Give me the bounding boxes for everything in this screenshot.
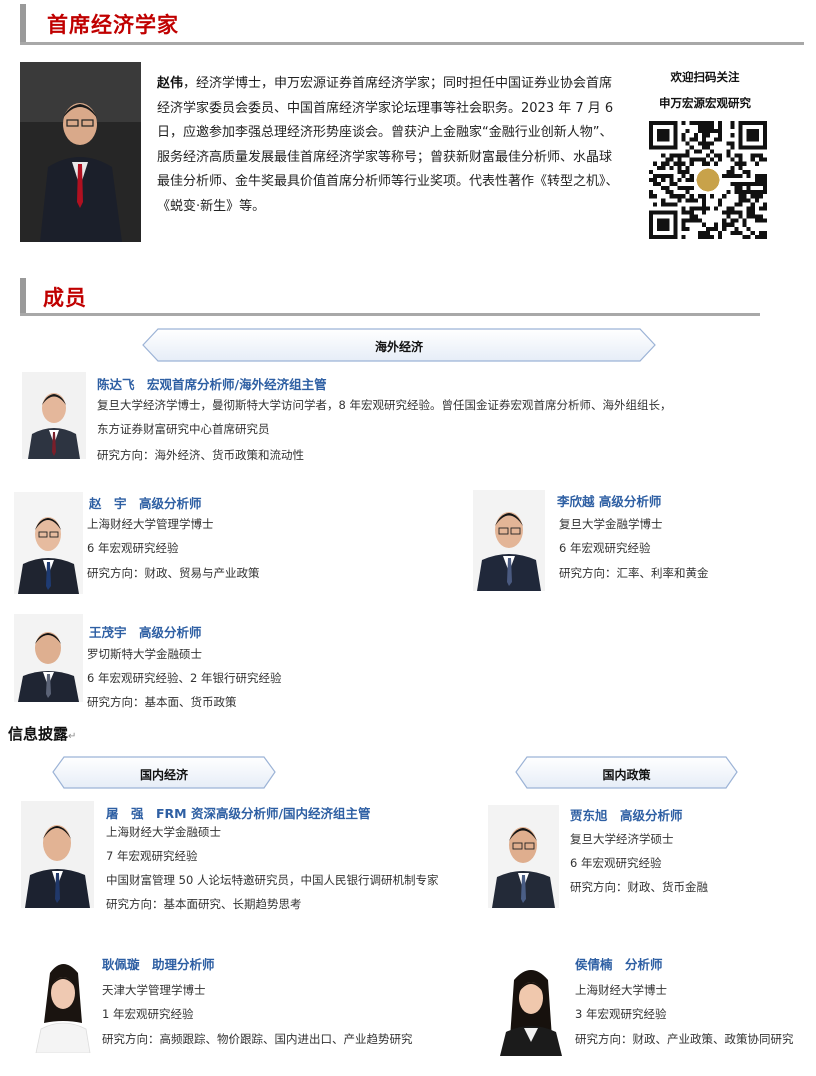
member-bio-jia-3: 研究方向：财政、货币金融 [570,880,708,894]
member-bio-geng-2: 1 年宏观研究经验 [102,1007,194,1021]
member-bio-geng-3: 研究方向：高频跟踪、物价跟踪、国内进出口、产业趋势研究 [102,1032,413,1046]
member-bio-chen-3: 研究方向：海外经济、货币政策和流动性 [97,448,304,462]
qr-caption-line1: 欢迎扫码关注 [670,70,740,84]
member-name-li: 李欣越 高级分析师 [557,494,662,509]
member-photo-geng [28,953,98,1053]
member-bio-wang-1: 罗切斯特大学金融硕士 [87,647,202,661]
member-bio-li-2: 6 年宏观研究经验 [559,541,651,555]
return-mark-icon: ↵ [68,731,77,742]
section-marker [20,4,26,44]
member-photo-jia [488,805,559,908]
chief-bio: 赵伟，经济学博士，申万宏源证券首席经济学家；同时担任中国证券业协会首席经济学家委… [157,72,619,220]
member-bio-geng-1: 天津大学管理学博士 [102,983,206,997]
disclosure-label: 信息披露 [8,725,69,743]
member-bio-li-3: 研究方向：汇率、利率和黄金 [559,566,709,580]
member-bio-hou-2: 3 年宏观研究经验 [575,1007,667,1021]
banner-overseas-label: 海外经济 [374,340,423,354]
member-bio-li-1: 复旦大学金融学博士 [559,517,663,531]
banner-domestic-label: 国内经济 [139,768,188,782]
member-bio-hou-3: 研究方向：财政、产业政策、政策协同研究 [575,1032,794,1046]
member-bio-chen-2: 东方证券财富研究中心首席研究员 [97,422,270,436]
member-photo-chen [22,372,86,459]
qr-caption-line2: 申万宏源宏观研究 [659,96,751,110]
section-divider [20,42,804,45]
member-photo-tu [21,801,94,908]
member-bio-zhaoyu-3: 研究方向：财政、贸易与产业政策 [87,566,260,580]
member-bio-tu-2: 7 年宏观研究经验 [106,849,198,863]
member-photo-zhaoyu [14,492,83,594]
member-photo-hou [494,958,568,1056]
member-bio-chen-1: 复旦大学经济学博士，曼彻斯特大学访问学者，8 年宏观研究经验。曾任国金证券宏观首… [97,398,672,412]
member-bio-hou-1: 上海财经大学博士 [575,983,667,997]
member-bio-jia-2: 6 年宏观研究经验 [570,856,662,870]
member-bio-wang-2: 6 年宏观研究经验、2 年银行研究经验 [87,671,282,685]
member-bio-tu-1: 上海财经大学金融硕士 [106,825,221,839]
section-title-chief: 首席经济学家 [47,13,179,37]
member-name-wang: 王茂宇 高级分析师 [89,625,202,640]
member-photo-li [473,490,545,591]
member-bio-tu-3: 中国财富管理 50 人论坛特邀研究员，中国人民银行调研机制专家 [106,873,439,887]
member-bio-jia-1: 复旦大学经济学硕士 [570,832,674,846]
member-name-zhaoyu: 赵 宇 高级分析师 [89,496,202,511]
chief-photo [20,62,141,242]
banner-domestic: 国内经济 [52,756,276,789]
chief-bio-text: ，经济学博士，申万宏源证券首席经济学家；同时担任中国证券业协会首席经济学家委员会… [157,76,619,214]
qr-code-image[interactable] [649,121,767,239]
member-name-chen: 陈达飞 宏观首席分析师/海外经济组主管 [97,377,327,392]
banner-policy: 国内政策 [515,756,738,789]
member-name-hou: 侯倩楠 分析师 [575,957,663,972]
banner-overseas: 海外经济 [142,328,656,362]
section-marker [20,278,26,316]
section-divider [20,313,760,316]
member-name-geng: 耿佩璇 助理分析师 [102,957,215,972]
member-name-jia: 贾东旭 高级分析师 [570,808,683,823]
member-name-tu: 屠 强 FRM 资深高级分析师/国内经济组主管 [106,806,371,821]
member-bio-tu-4: 研究方向：基本面研究、长期趋势思考 [106,897,302,911]
member-bio-zhaoyu-1: 上海财经大学管理学博士 [87,517,214,531]
member-photo-wang [14,614,83,702]
section-title-members: 成员 [43,286,87,310]
disclosure-heading[interactable]: 信息披露↵ [8,723,76,744]
member-bio-zhaoyu-2: 6 年宏观研究经验 [87,541,179,555]
chief-name: 赵伟 [157,76,184,91]
member-bio-wang-3: 研究方向：基本面、货币政策 [87,695,237,709]
banner-policy-label: 国内政策 [602,768,651,782]
